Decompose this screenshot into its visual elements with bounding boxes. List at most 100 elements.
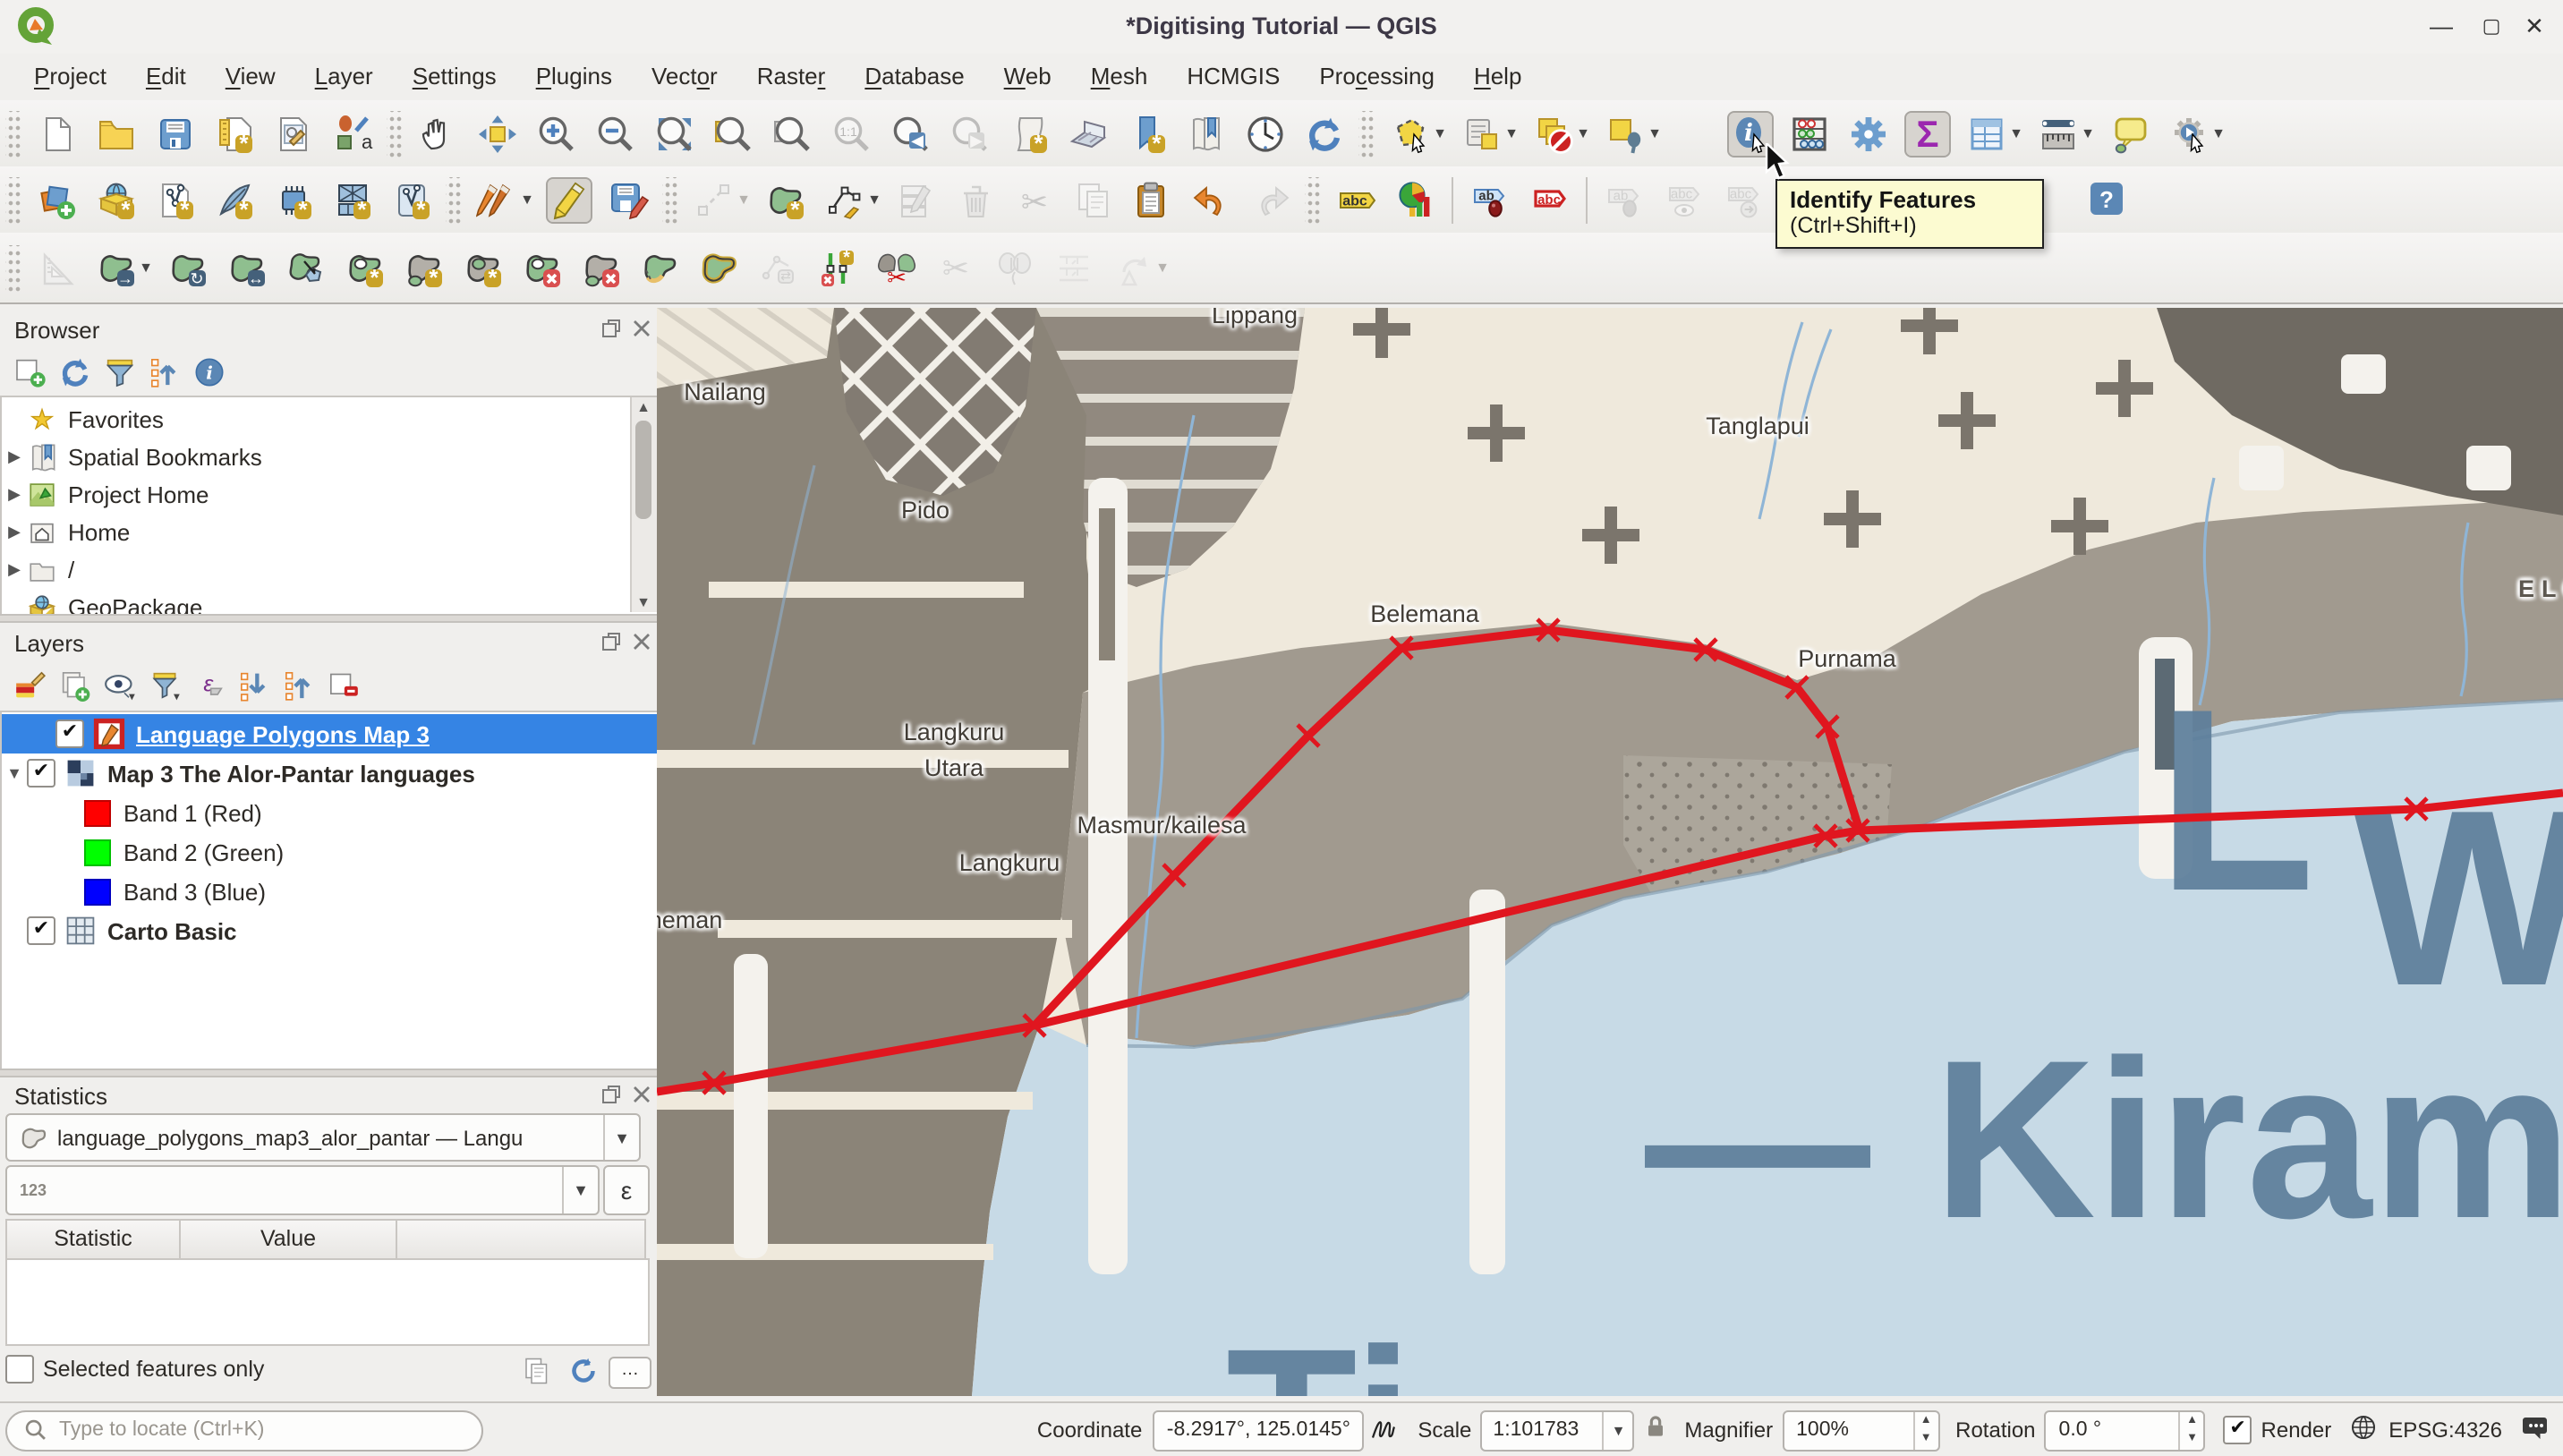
- run-feature-action-button[interactable]: [2167, 112, 2210, 155]
- zoom-to-layer-button[interactable]: [771, 112, 813, 155]
- statistics-more-button[interactable]: …: [609, 1357, 651, 1389]
- toolbar-handle[interactable]: [1305, 176, 1321, 223]
- new-gpx-layer-button[interactable]: *: [389, 178, 432, 221]
- recalculate-statistics-button[interactable]: [566, 1355, 602, 1391]
- expand-arrow-icon[interactable]: ▶: [2, 560, 27, 580]
- open-attribute-table-dropdown[interactable]: ▼: [2008, 125, 2024, 141]
- refresh-map-button[interactable]: [1302, 112, 1345, 155]
- browser-item-project-home[interactable]: ▶ Project Home: [2, 476, 659, 514]
- coordinate-box[interactable]: -8.2917°, 125.0145°: [1153, 1410, 1364, 1452]
- select-features-button[interactable]: [1388, 112, 1431, 155]
- delete-part-button[interactable]: [579, 246, 622, 289]
- pin-labels-button[interactable]: ab: [1469, 178, 1511, 221]
- menu-web[interactable]: Web: [984, 54, 1071, 100]
- menu-layer[interactable]: Layer: [295, 54, 393, 100]
- expand-arrow-icon[interactable]: ▶: [2, 447, 27, 467]
- delete-ring-button[interactable]: [520, 246, 563, 289]
- selected-features-checkbox[interactable]: [5, 1355, 34, 1384]
- layers-tree[interactable]: ✔Language Polygons Map 3▼✔Map 3 The Alor…: [0, 711, 660, 1072]
- rotate-feature-button[interactable]: ↻: [166, 246, 209, 289]
- filter-legend-icon[interactable]: ▾: [146, 668, 182, 703]
- current-edits-dropdown[interactable]: ▼: [519, 192, 535, 208]
- menu-raster[interactable]: Raster: [737, 54, 846, 100]
- add-polygon-feature-button[interactable]: *: [763, 178, 806, 221]
- new-project-button[interactable]: [35, 112, 78, 155]
- layer-item-map-3-the-alor-pantar-languages[interactable]: ▼✔Map 3 The Alor-Pantar languages: [2, 754, 659, 793]
- zoom-in-button[interactable]: [534, 112, 577, 155]
- scale-feature-button[interactable]: [284, 246, 327, 289]
- style-manager-button[interactable]: a: [330, 112, 373, 155]
- menu-settings[interactable]: Settings: [393, 54, 516, 100]
- split-features-button[interactable]: ✂: [874, 246, 917, 289]
- menu-vector[interactable]: Vector: [632, 54, 737, 100]
- layers-panel-buttons[interactable]: [601, 632, 655, 653]
- select-by-location-dropdown[interactable]: ▼: [1647, 125, 1663, 141]
- statistics-panel-buttons[interactable]: [601, 1085, 655, 1106]
- add-group-icon[interactable]: [56, 668, 92, 703]
- vertex-tool-dropdown[interactable]: ▼: [866, 192, 882, 208]
- browser-scrollbar[interactable]: ▲ ▼: [630, 397, 657, 612]
- remove-layer-icon[interactable]: [325, 668, 361, 703]
- new-shapefile-layer-button[interactable]: *: [212, 178, 255, 221]
- rotation-spin[interactable]: 0.0 ° ▲▼: [2045, 1410, 2206, 1452]
- menu-mesh[interactable]: Mesh: [1071, 54, 1168, 100]
- new-map-view-button[interactable]: *: [1007, 112, 1050, 155]
- select-features-by-value-dropdown[interactable]: ▼: [1503, 125, 1520, 141]
- menu-processing[interactable]: Processing: [1299, 54, 1454, 100]
- close-button[interactable]: ✕: [2513, 0, 2556, 54]
- undo-button[interactable]: [1189, 178, 1232, 221]
- add-ring-button[interactable]: *: [343, 246, 386, 289]
- new-geopackage-layer-button[interactable]: *: [153, 178, 196, 221]
- browser-tree[interactable]: ★ Favorites▶ Spatial Bookmarks▶ Project …: [0, 396, 660, 617]
- layer-item-band-1-red-[interactable]: Band 1 (Red): [2, 793, 659, 832]
- open-project-button[interactable]: [94, 112, 137, 155]
- expand-arrow-icon[interactable]: ▶: [2, 523, 27, 542]
- show-spatial-bookmarks-button[interactable]: [1184, 112, 1227, 155]
- open-attribute-table-button[interactable]: [1964, 112, 2007, 155]
- expand-all-icon[interactable]: [235, 668, 271, 703]
- layer-item-band-2-green-[interactable]: Band 2 (Green): [2, 832, 659, 872]
- crs-label[interactable]: EPSG:4326: [2388, 1418, 2502, 1443]
- temporal-controller-button[interactable]: [1243, 112, 1286, 155]
- layer-visibility-checkbox[interactable]: ✔: [27, 759, 55, 788]
- selected-features-only[interactable]: Selected features only: [5, 1355, 264, 1384]
- locate-search[interactable]: Type to locate (Ctrl+K): [5, 1410, 483, 1452]
- add-vector-layer-button[interactable]: *: [94, 178, 137, 221]
- new-virtual-layer-button[interactable]: *: [271, 178, 314, 221]
- messages-icon[interactable]: [2520, 1413, 2556, 1449]
- select-features-by-value-button[interactable]: [1460, 112, 1503, 155]
- run-feature-action-dropdown[interactable]: ▼: [2210, 125, 2227, 141]
- layer-item-language-polygons-map-3[interactable]: ✔Language Polygons Map 3: [2, 714, 659, 754]
- measure-line-dropdown[interactable]: ▼: [2080, 125, 2096, 141]
- save-project-button[interactable]: [153, 112, 196, 155]
- collapse-all-icon[interactable]: [146, 354, 182, 390]
- filter-by-expression-icon[interactable]: ε: [191, 668, 226, 703]
- statistical-summary-button[interactable]: Σ: [1905, 112, 1948, 155]
- help-button[interactable]: ?: [2084, 177, 2127, 220]
- browser-item--[interactable]: ▶ /: [2, 551, 659, 589]
- processing-toolbox-button[interactable]: [1846, 112, 1889, 155]
- magnifier-spin[interactable]: 100% ▲▼: [1782, 1410, 1939, 1452]
- collapse-arrow-icon[interactable]: ▼: [2, 764, 27, 782]
- expand-arrow-icon[interactable]: ▶: [2, 485, 27, 505]
- menu-database[interactable]: Database: [845, 54, 983, 100]
- coordinate-tracking-icon[interactable]: [1367, 1413, 1403, 1449]
- trim-extend-feature-button[interactable]: *: [815, 246, 858, 289]
- browser-item-home[interactable]: ▶ Home: [2, 514, 659, 551]
- save-layer-edits-button[interactable]: [606, 178, 649, 221]
- offset-curve-button[interactable]: [697, 246, 740, 289]
- new-mesh-layer-button[interactable]: *: [330, 178, 373, 221]
- data-source-manager-button[interactable]: [35, 178, 78, 221]
- panel-splitter[interactable]: [0, 1069, 657, 1077]
- render-checkbox[interactable]: ✔: [2224, 1417, 2252, 1445]
- statistics-field-combo[interactable]: 123 ▼: [5, 1165, 600, 1215]
- pan-map-button[interactable]: [416, 112, 459, 155]
- browser-item-spatial-bookmarks[interactable]: ▶ Spatial Bookmarks: [2, 439, 659, 476]
- layer-visibility-checkbox[interactable]: ✔: [55, 719, 84, 748]
- toolbar-handle[interactable]: [446, 176, 462, 223]
- map-tips-button[interactable]: [2107, 112, 2150, 155]
- toolbar-handle[interactable]: [5, 176, 21, 223]
- copy-statistics-button[interactable]: [520, 1355, 556, 1391]
- zoom-to-selection-button[interactable]: [711, 112, 754, 155]
- field-calculator-button[interactable]: [1787, 112, 1830, 155]
